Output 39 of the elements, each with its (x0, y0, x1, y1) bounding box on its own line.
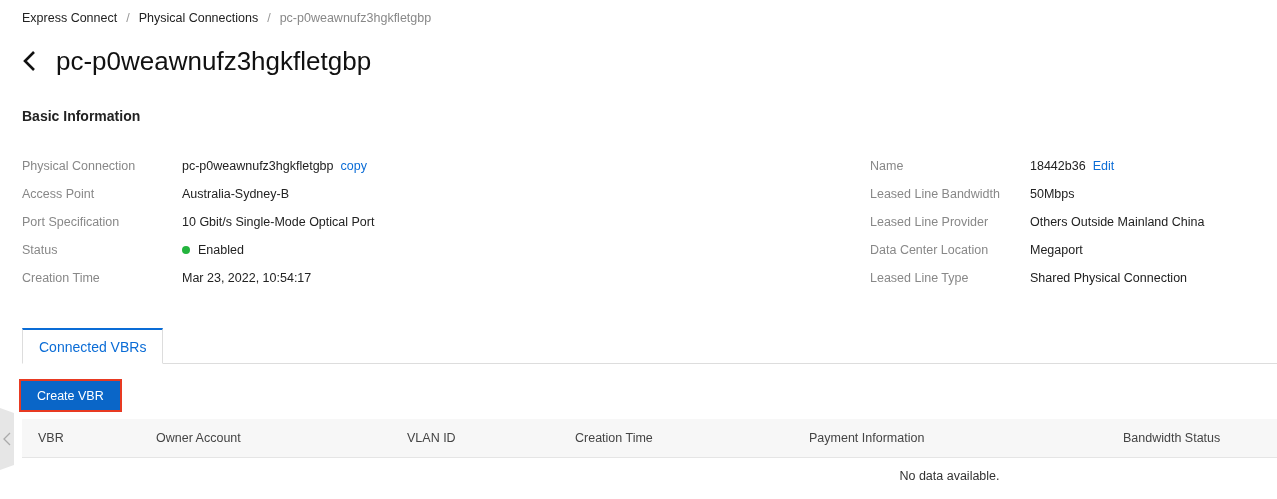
column-header: Bandwidth Status (1123, 431, 1222, 445)
field-label: Port Specification (22, 215, 121, 229)
breadcrumb-link[interactable]: Physical Connections (138, 11, 259, 25)
section-heading: Basic Information (22, 108, 142, 126)
field-label: Access Point (22, 187, 96, 201)
breadcrumb-separator: / (267, 11, 271, 25)
field-value: 50Mbps (1030, 187, 1075, 201)
field-label: Leased Line Bandwidth (870, 187, 1001, 201)
column-header: VBR (38, 431, 65, 445)
create-button[interactable]: Create VBR (20, 380, 121, 411)
field-value: 10 Gbit/s Single-Mode Optical Port (182, 215, 375, 229)
field-value: Enabled (198, 243, 244, 257)
empty-table-message: No data available. (899, 469, 1000, 483)
field-label: Creation Time (22, 271, 101, 285)
column-header: Creation Time (575, 431, 654, 445)
field-label: Leased Line Provider (870, 215, 990, 229)
field-value: Mar 23, 2022, 10:54:17 (182, 271, 312, 285)
chevron-left-icon (3, 432, 11, 446)
field-value: Australia-Sydney-B (182, 187, 289, 201)
field-label: Status (22, 243, 59, 257)
action-link[interactable]: copy (340, 159, 367, 173)
breadcrumb-link[interactable]: Express Connect (22, 11, 118, 25)
field-value: Shared Physical Connection (1030, 271, 1188, 285)
page-title: pc-p0weawnufz3hgkfletgbp (56, 45, 372, 77)
field-value: 18442b36 (1030, 159, 1086, 173)
field-label: Data Center Location (870, 243, 990, 257)
field-label: Leased Line Type (870, 271, 970, 285)
action-link[interactable]: Edit (1092, 159, 1115, 173)
column-header: Payment Information (809, 431, 926, 445)
column-header: VLAN ID (407, 431, 457, 445)
column-header: Owner Account (156, 431, 242, 445)
field-label: Name (870, 159, 905, 173)
field-value: Megaport (1030, 243, 1083, 257)
field-value: Others Outside Mainland China (1030, 215, 1205, 229)
field-value: pc-p0weawnufz3hgkfletgbp (182, 159, 334, 173)
tab[interactable]: Connected VBRs (22, 328, 164, 364)
breadcrumb-separator: / (126, 11, 130, 25)
field-label: Physical Connection (22, 159, 137, 173)
sidebar-collapse-handle[interactable] (0, 408, 14, 470)
